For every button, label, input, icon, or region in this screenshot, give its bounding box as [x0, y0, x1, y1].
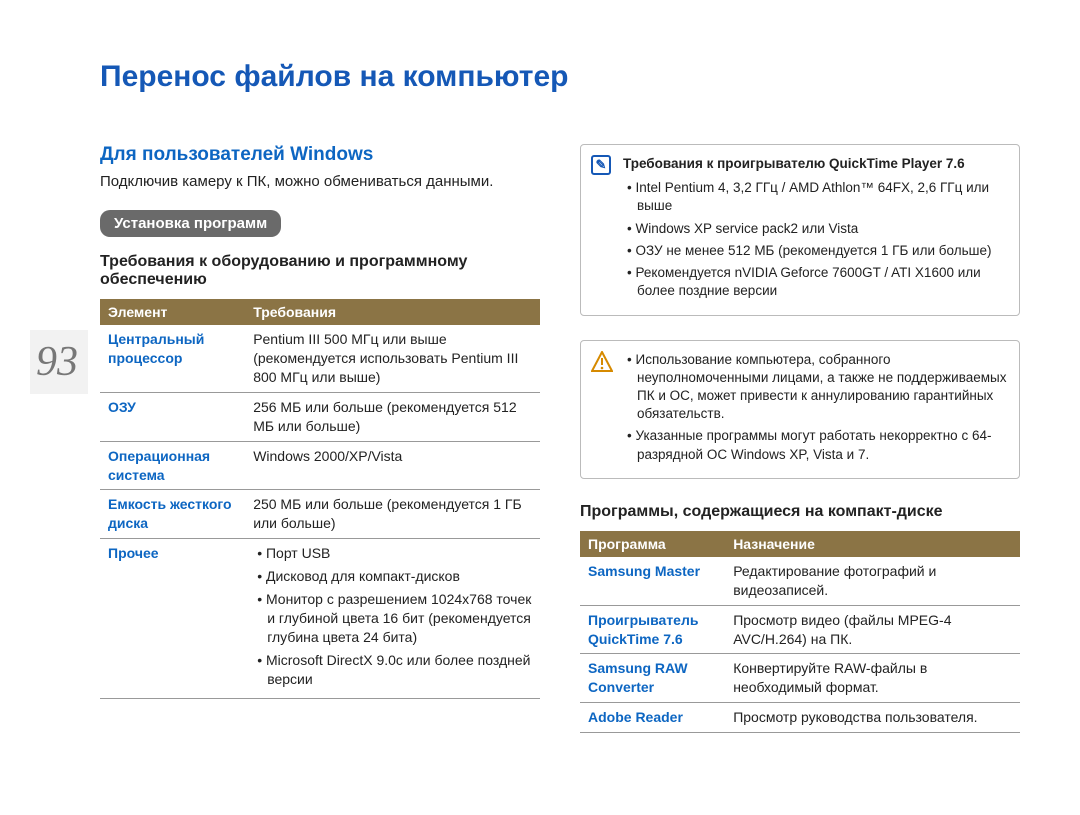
prog-value: Просмотр видео (файлы MPEG-4 AVC/H.264) … [725, 605, 1020, 654]
table-row: Samsung Master Редактирование фотографий… [580, 557, 1020, 605]
prog-table-header-program: Программа [580, 531, 725, 557]
prog-value: Просмотр руководства пользователя. [725, 703, 1020, 733]
warning-note: Использование компьютера, собранного неу… [580, 340, 1020, 479]
prog-table-header-purpose: Назначение [725, 531, 1020, 557]
note-bullet: ОЗУ не менее 512 МБ (рекомендуется 1 ГБ … [623, 242, 1007, 260]
req-bullet: Монитор с разрешением 1024x768 точек и г… [253, 590, 532, 647]
section-heading-windows: Для пользователей Windows [100, 144, 540, 166]
right-column: ✎ Требования к проигрывателю QuickTime P… [580, 144, 1020, 733]
req-label: Операционная система [100, 441, 245, 490]
prog-label: Samsung RAW Converter [580, 654, 725, 703]
req-label: Центральный процессор [100, 325, 245, 392]
req-table-header-requirements: Требования [245, 299, 540, 325]
warning-icon [591, 351, 613, 373]
two-column-layout: Для пользователей Windows Подключив каме… [100, 144, 1020, 733]
table-row: ОЗУ 256 МБ или больше (рекомендуется 512… [100, 392, 540, 441]
req-label: Прочее [100, 539, 245, 698]
programs-heading: Программы, содержащиеся на компакт-диске [580, 503, 1020, 521]
note-bullet: Рекомендуется nVIDIA Geforce 7600GT / AT… [623, 264, 1007, 300]
warning-bullet: Указанные программы могут работать некор… [623, 427, 1007, 463]
req-value: Windows 2000/XP/Vista [245, 441, 540, 490]
req-value: Pentium III 500 МГц или выше (рекомендуе… [245, 325, 540, 392]
table-row: Центральный процессор Pentium III 500 МГ… [100, 325, 540, 392]
note-title: Требования к проигрывателю QuickTime Pla… [623, 155, 1007, 173]
prog-value: Редактирование фотографий и видеозаписей… [725, 557, 1020, 605]
document-page: 93 Перенос файлов на компьютер Для польз… [0, 0, 1080, 815]
req-table-header-element: Элемент [100, 299, 245, 325]
page-number: 93 [30, 330, 88, 394]
table-row: Прочее Порт USB Дисковод для компакт-дис… [100, 539, 540, 698]
prog-value: Конвертируйте RAW-файлы в необходимый фо… [725, 654, 1020, 703]
table-row: Проигрыватель QuickTime 7.6 Просмотр вид… [580, 605, 1020, 654]
prog-label: Samsung Master [580, 557, 725, 605]
prog-label: Adobe Reader [580, 703, 725, 733]
table-row: Емкость жесткого диска 250 МБ или больше… [100, 490, 540, 539]
req-value: 250 МБ или больше (рекомендуется 1 ГБ ил… [245, 490, 540, 539]
page-title: Перенос файлов на компьютер [100, 60, 1020, 94]
req-bullet: Дисковод для компакт-дисков [253, 567, 532, 586]
req-value: 256 МБ или больше (рекомендуется 512 МБ … [245, 392, 540, 441]
note-bullet: Intel Pentium 4, 3,2 ГГц / AMD Athlon™ 6… [623, 179, 1007, 215]
info-note-quicktime: ✎ Требования к проигрывателю QuickTime P… [580, 144, 1020, 316]
req-bullet: Microsoft DirectX 9.0c или более поздней… [253, 651, 532, 689]
note-bullet: Windows XP service pack2 или Vista [623, 220, 1007, 238]
table-row: Samsung RAW Converter Конвертируйте RAW-… [580, 654, 1020, 703]
prog-label: Проигрыватель QuickTime 7.6 [580, 605, 725, 654]
requirements-subheading: Требования к оборудованию и программному… [100, 253, 540, 289]
intro-text: Подключив камеру к ПК, можно обмениватьс… [100, 172, 540, 192]
req-value-list: Порт USB Дисковод для компакт-дисков Мон… [245, 539, 540, 698]
left-column: Для пользователей Windows Подключив каме… [100, 144, 540, 733]
table-row: Adobe Reader Просмотр руководства пользо… [580, 703, 1020, 733]
req-label: Емкость жесткого диска [100, 490, 245, 539]
programs-table: Программа Назначение Samsung Master Реда… [580, 531, 1020, 733]
req-bullet: Порт USB [253, 544, 532, 563]
info-icon: ✎ [591, 155, 611, 175]
install-chip: Установка программ [100, 210, 281, 237]
table-row: Операционная система Windows 2000/XP/Vis… [100, 441, 540, 490]
warning-bullet: Использование компьютера, собранного неу… [623, 351, 1007, 424]
requirements-table: Элемент Требования Центральный процессор… [100, 299, 540, 698]
req-label: ОЗУ [100, 392, 245, 441]
